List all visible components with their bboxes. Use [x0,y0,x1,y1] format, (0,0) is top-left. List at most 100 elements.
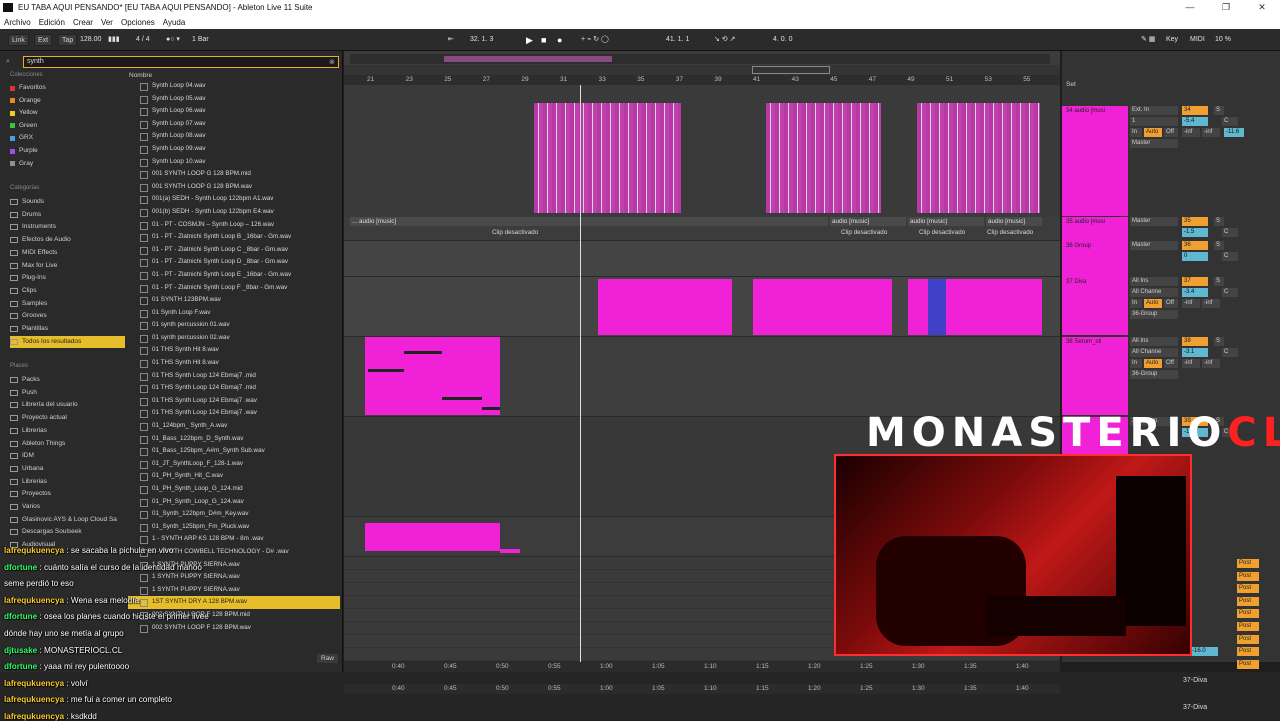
collection-item[interactable]: GRX [10,132,125,144]
ext-button[interactable]: Ext [34,34,53,46]
pan-field[interactable]: C [1222,228,1238,237]
tempo-field[interactable]: 128.00 [77,34,104,46]
category-item[interactable]: Plantillas [10,323,125,335]
master-volume-field[interactable]: -16.0 [1190,647,1218,656]
clip-header[interactable]: audio [music] [830,217,906,226]
monitor-in-button[interactable]: In [1130,299,1142,308]
output-routing-select[interactable]: 36-Group [1130,310,1178,319]
solo-button[interactable]: S [1214,337,1224,346]
category-item[interactable]: Drums [10,209,125,221]
file-item[interactable]: 01 synth percussion 02.wav [128,332,340,345]
pan-field[interactable]: C [1222,348,1238,357]
file-item[interactable]: 01 synth percussion 01.wav [128,319,340,332]
file-item[interactable]: 01 THS Synth Loop 124 Ebmaj7 .wav [128,407,340,420]
output-routing-select[interactable]: Master [1130,217,1178,226]
pan-field[interactable]: C [1222,252,1238,261]
file-item[interactable]: 01 - PT - Zlatnichi Synth Loop B _16bar … [128,231,340,244]
volume-field[interactable]: 0 [1182,252,1208,261]
category-item[interactable]: Plug-Ins [10,272,125,284]
solo-button[interactable]: S [1214,217,1224,226]
key-map-button[interactable]: Key [1163,34,1181,46]
file-item[interactable]: 01_124bpm_ Synth_A.wav [128,420,340,433]
place-item[interactable]: Descargas Soulseek [10,526,125,538]
file-item[interactable]: Synth Loop 04.wav [128,80,340,93]
audio-clip[interactable] [917,103,1040,213]
monitor-in-button[interactable]: In [1130,359,1142,368]
send-b-value[interactable]: -inf [1202,359,1220,368]
monitor-auto-button[interactable]: Auto [1144,128,1162,137]
file-item[interactable]: 01 THS Synth Hit 8.wav [128,344,340,357]
loop-length[interactable]: 4. 0. 0 [770,34,795,46]
collection-item[interactable]: Green [10,120,125,132]
audio-clip[interactable] [534,103,681,213]
metronome-icon[interactable]: ▮▮▮ [105,34,123,46]
menu-ayuda[interactable]: Ayuda [163,18,186,27]
tap-button[interactable]: Tap [58,34,78,46]
file-item[interactable]: 01 THS Synth Loop 124 Ebmaj7 .mid [128,370,340,383]
file-item[interactable]: 01 THS Synth Loop 124 Ebmaj7 .wav [128,395,340,408]
input-channel-select[interactable]: 1 [1130,117,1178,126]
file-item[interactable]: Synth Loop 05.wav [128,93,340,106]
input-channel-select[interactable]: All Channe [1130,288,1178,297]
collection-item[interactable]: Orange [10,95,125,107]
menu-opciones[interactable]: Opciones [121,18,155,27]
file-item[interactable]: 01 - PT - Zlatnichi Synth Loop E _16bar … [128,269,340,282]
file-item[interactable]: 01 - PT - COSMJN – Synth Loop – 126.wav [128,219,340,232]
file-item[interactable]: 001 SYNTH LOOP G 128 BPM.wav [128,181,340,194]
send-a-value[interactable]: -inf [1182,359,1200,368]
collection-item[interactable]: Yellow [10,107,125,119]
track-number[interactable]: 35 [1182,217,1208,226]
volume-field[interactable]: -1.5 [1182,228,1208,237]
time-ruler[interactable]: 0:40 0:45 0:50 0:55 1:00 1:05 1:10 1:15 1:20 1:25… [344,662,1060,672]
category-item[interactable]: Max for Live [10,260,125,272]
monitor-in-button[interactable]: In [1130,128,1142,137]
place-item[interactable]: Push [10,387,125,399]
input-channel-select[interactable]: All Channe [1130,348,1178,357]
file-item[interactable]: 01 THS Synth Loop 124 Ebmaj7 .mid [128,382,340,395]
solo-button[interactable]: S [1214,106,1224,115]
send-b-value[interactable]: -inf [1202,128,1220,137]
collection-item[interactable]: Purple [10,145,125,157]
category-item[interactable]: Efectos de Audio [10,234,125,246]
song-position[interactable]: 32. 1. 3 [467,34,496,46]
file-item[interactable]: 01 Synth Loop F.wav [128,307,340,320]
category-item[interactable]: Sounds [10,196,125,208]
output-routing-select[interactable]: 36-Group [1130,370,1178,379]
raw-button[interactable]: Raw [317,654,339,663]
input-type-select[interactable]: All Ins [1130,277,1178,286]
loop-bar[interactable] [344,65,1060,75]
midi-map-button[interactable]: MIDI [1187,34,1208,46]
track-name[interactable]: 36 Group [1062,241,1128,277]
place-item[interactable]: Librerias [10,476,125,488]
file-item[interactable]: Synth Loop 09.wav [128,143,340,156]
monitor-auto-button[interactable]: Auto [1144,359,1162,368]
track-lane-38[interactable] [344,337,1060,417]
track-name[interactable]: 38 Serum_sti [1062,337,1128,415]
file-item[interactable]: 01_PH_Synth_Loop_G_124.wav [128,496,340,509]
output-routing-select[interactable]: Master [1130,241,1178,250]
post-button[interactable]: Post [1237,596,1259,606]
loop-start[interactable]: 41. 1. 1 [663,34,692,46]
track-lane-37[interactable] [344,277,1060,337]
follow-icon[interactable]: ⇤ [445,34,457,46]
input-type-select[interactable]: All Ins [1130,337,1178,346]
post-button[interactable]: Post [1237,584,1259,594]
collection-item[interactable]: Favoritos [10,82,125,94]
file-item[interactable]: 01 - PT - Zlatnichi Synth Loop C _8bar -… [128,244,340,257]
overview-strip[interactable] [350,54,1050,64]
file-item[interactable]: 01 SYNTH 123BPM.wav [128,294,340,307]
post-button[interactable]: Post [1237,622,1259,631]
post-button[interactable]: Post [1237,634,1259,644]
input-type-select[interactable]: Ext. In [1130,106,1178,115]
category-item[interactable]: Clips [10,285,125,297]
clip-header[interactable]: ... audio [music] [350,217,828,226]
clip-header[interactable]: audio [music] [908,217,984,226]
draw-mode-icon[interactable]: ✎ ▦ [1138,34,1158,46]
post-button[interactable]: Post [1237,571,1259,581]
file-item[interactable]: Synth Loop 07.wav [128,118,340,131]
overdub-icon[interactable]: + ⌁ ↻ ◯ [578,34,612,46]
volume-field[interactable]: -5.4 [1182,117,1208,126]
post-button[interactable]: Post [1237,647,1259,657]
track-number[interactable]: 34 [1182,106,1208,115]
menu-crear[interactable]: Crear [73,18,93,27]
